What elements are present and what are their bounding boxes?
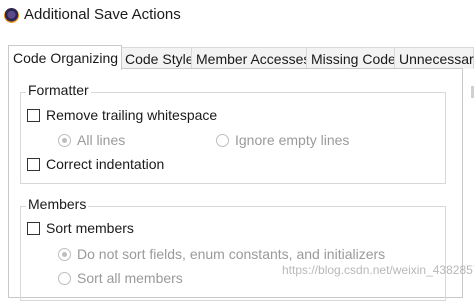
remove-trailing-whitespace-row[interactable]: Remove trailing whitespace xyxy=(27,107,217,123)
ignore-empty-lines-radio-row[interactable]: Ignore empty lines xyxy=(216,132,349,148)
sort-all-members-label: Sort all members xyxy=(77,270,183,286)
tab-code-style[interactable]: Code Style xyxy=(120,47,193,69)
sort-all-members-radio-row[interactable]: Sort all members xyxy=(58,270,183,286)
correct-indentation-label: Correct indentation xyxy=(46,156,165,172)
do-not-sort-radio[interactable] xyxy=(58,247,71,261)
ignore-empty-lines-label: Ignore empty lines xyxy=(235,132,350,148)
correct-indentation-checkbox[interactable] xyxy=(27,157,40,171)
sort-all-members-radio[interactable] xyxy=(58,271,71,285)
formatter-group-title: Formatter xyxy=(26,82,91,98)
remove-trailing-whitespace-label: Remove trailing whitespace xyxy=(46,107,218,123)
eclipse-icon xyxy=(4,8,19,23)
all-lines-label: All lines xyxy=(77,132,126,148)
tab-missing-code[interactable]: Missing Code xyxy=(306,47,396,69)
title-bar: Additional Save Actions xyxy=(0,0,474,32)
sort-members-checkbox[interactable] xyxy=(27,221,40,235)
correct-indentation-row[interactable]: Correct indentation xyxy=(27,156,164,172)
remove-trailing-whitespace-checkbox[interactable] xyxy=(27,108,40,122)
sort-members-label: Sort members xyxy=(46,220,134,236)
tab-strip: Code Organizing Code Style Member Access… xyxy=(8,45,474,70)
all-lines-radio-row[interactable]: All lines xyxy=(58,132,125,148)
members-group-title: Members xyxy=(26,196,89,212)
tab-unnecessary[interactable]: Unnecessary xyxy=(394,47,474,69)
tab-member-accesses[interactable]: Member Accesses xyxy=(191,47,310,69)
all-lines-radio[interactable] xyxy=(58,133,71,147)
do-not-sort-label: Do not sort fields, enum constants, and … xyxy=(77,246,386,262)
tab-code-organizing[interactable]: Code Organizing xyxy=(8,45,122,70)
window-title: Additional Save Actions xyxy=(24,6,181,23)
do-not-sort-radio-row[interactable]: Do not sort fields, enum constants, and … xyxy=(58,246,385,262)
sort-members-row[interactable]: Sort members xyxy=(27,220,134,236)
watermark: https://blog.csdn.net/weixin_43828574 xyxy=(282,263,474,277)
ignore-empty-lines-radio[interactable] xyxy=(216,133,229,147)
